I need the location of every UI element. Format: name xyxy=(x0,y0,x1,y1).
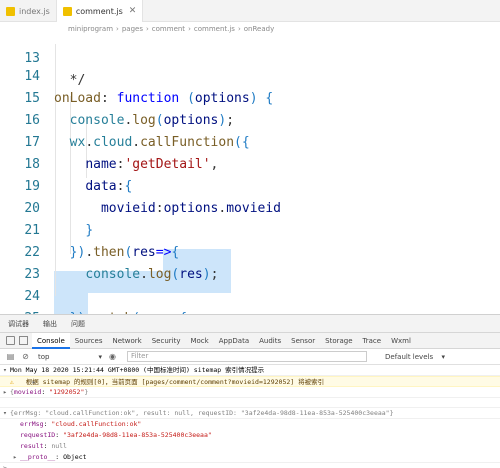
err-summary: {errMsg: "cloud.callFunction:ok", result… xyxy=(10,409,394,417)
console-output: ▾ Mon May 18 2020 15:21:44 GMT+0800 (中国标… xyxy=(0,365,500,468)
tab-security[interactable]: Security xyxy=(147,333,186,349)
tab-label: comment.js xyxy=(75,6,123,16)
console-property: requestID: "3af2e4da-98d8-11ea-853a-5254… xyxy=(20,431,212,439)
expand-arrow-icon[interactable]: ▾ xyxy=(3,365,7,376)
log-levels-select[interactable]: Default levels ▾ xyxy=(385,353,445,361)
options-key: movieid xyxy=(13,388,42,396)
code-line: 25 console.error(err); xyxy=(0,286,500,314)
tab-problems[interactable]: 问题 xyxy=(71,319,85,329)
clear-console-icon[interactable]: ⊘ xyxy=(21,352,30,361)
tab-audits[interactable]: Audits xyxy=(254,333,286,349)
console-property: result: null xyxy=(20,442,67,450)
console-message[interactable]: ▸ {movieid: "1292052"} xyxy=(0,387,500,398)
tab-trace[interactable]: Trace xyxy=(358,333,387,349)
inspect-element-icon[interactable] xyxy=(6,336,15,345)
device-toggle-icon[interactable] xyxy=(19,336,28,345)
tab-sensor[interactable]: Sensor xyxy=(286,333,320,349)
close-icon[interactable]: ✕ xyxy=(129,6,137,16)
expand-arrow-icon[interactable]: ▸ xyxy=(13,452,17,463)
console-prompt[interactable]: > xyxy=(0,463,500,468)
devtools-tabs: Console Sources Network Security Mock Ap… xyxy=(0,332,500,349)
code-line: 18 data:{ xyxy=(0,132,500,194)
console-toolbar: ▤ ⊘ top ▾ ◉ Filter Default levels ▾ xyxy=(0,349,500,365)
code-line: 15 console.log(options); xyxy=(0,66,500,128)
code-line: 24 }).catch(err=>{ xyxy=(0,264,500,314)
code-line: 19 movieid:options.movieid xyxy=(0,154,500,216)
context-selector[interactable]: top ▾ xyxy=(38,353,102,361)
eye-icon[interactable]: ◉ xyxy=(108,352,117,361)
sidebar-toggle-icon[interactable]: ▤ xyxy=(6,352,15,361)
tab-appdata[interactable]: AppData xyxy=(214,333,254,349)
tab-wxml[interactable]: Wxml xyxy=(386,333,416,349)
code-editor[interactable]: 13 */ 14 onLoad: function (options) { 15… xyxy=(0,26,500,314)
code-line: 16 wx.cloud.callFunction({ xyxy=(0,88,500,150)
options-value: "1292052" xyxy=(49,388,85,396)
tab-output[interactable]: 输出 xyxy=(43,319,57,329)
code-line: 22 console.log(res); xyxy=(0,220,500,282)
editor-tab-bar: index.js comment.js ✕ xyxy=(0,0,500,22)
code-line: 21 }).then(res=>{ xyxy=(0,198,500,260)
tab-storage[interactable]: Storage xyxy=(320,333,357,349)
tab-network[interactable]: Network xyxy=(108,333,147,349)
expand-arrow-icon[interactable]: ▸ xyxy=(3,387,7,398)
chevron-down-icon: ▾ xyxy=(441,352,445,361)
console-property: errMsg: "cloud.callFunction:ok" xyxy=(20,420,142,428)
console-message[interactable]: ▾ Mon May 18 2020 15:21:44 GMT+0800 (中国标… xyxy=(0,365,500,376)
tab-comment-js[interactable]: comment.js ✕ xyxy=(56,0,144,22)
console-message[interactable]: ▾ {errMsg: "cloud.callFunction:ok", resu… xyxy=(0,408,500,419)
code-line: 17 name:'getDetail', xyxy=(0,110,500,172)
code-line: 14 onLoad: function (options) { xyxy=(0,44,500,106)
expand-arrow-icon[interactable]: ▸ xyxy=(32,378,36,386)
context-label: top xyxy=(38,352,50,361)
debug-panel-tabs: 调试器 输出 问题 xyxy=(0,315,500,333)
code-line: 23 xyxy=(0,242,500,282)
tab-label: index.js xyxy=(19,6,50,16)
tab-debugger[interactable]: 调试器 xyxy=(8,319,29,329)
tab-console[interactable]: Console xyxy=(32,332,70,349)
tab-mock[interactable]: Mock xyxy=(185,333,213,349)
devtools-panel: 调试器 输出 问题 Console Sources Network Securi… xyxy=(0,314,500,468)
levels-label: Default levels xyxy=(385,352,434,361)
expand-arrow-icon[interactable]: ▾ xyxy=(3,408,7,419)
js-file-icon xyxy=(6,6,15,16)
warning-text: 根据 sitemap 的规则[0]，当前页面 [pages/comment/co… xyxy=(25,378,325,386)
js-file-icon xyxy=(62,6,72,16)
console-property[interactable]: ▸ __proto__: Object xyxy=(0,452,500,463)
chevron-down-icon: ▾ xyxy=(98,352,102,361)
warning-icon: ⚠ xyxy=(10,378,14,386)
code-line: 20 } xyxy=(0,176,500,238)
console-warning[interactable]: ⚠ ▸ 根据 sitemap 的规则[0]，当前页面 [pages/commen… xyxy=(0,376,500,387)
console-spacer xyxy=(0,398,500,408)
tab-index-js[interactable]: index.js xyxy=(0,0,57,22)
prompt-icon: > xyxy=(3,464,7,468)
sitemap-header: Mon May 18 2020 15:21:44 GMT+0800 (中国标准时… xyxy=(10,366,265,374)
tab-sources[interactable]: Sources xyxy=(70,333,108,349)
filter-input[interactable]: Filter xyxy=(127,351,367,362)
